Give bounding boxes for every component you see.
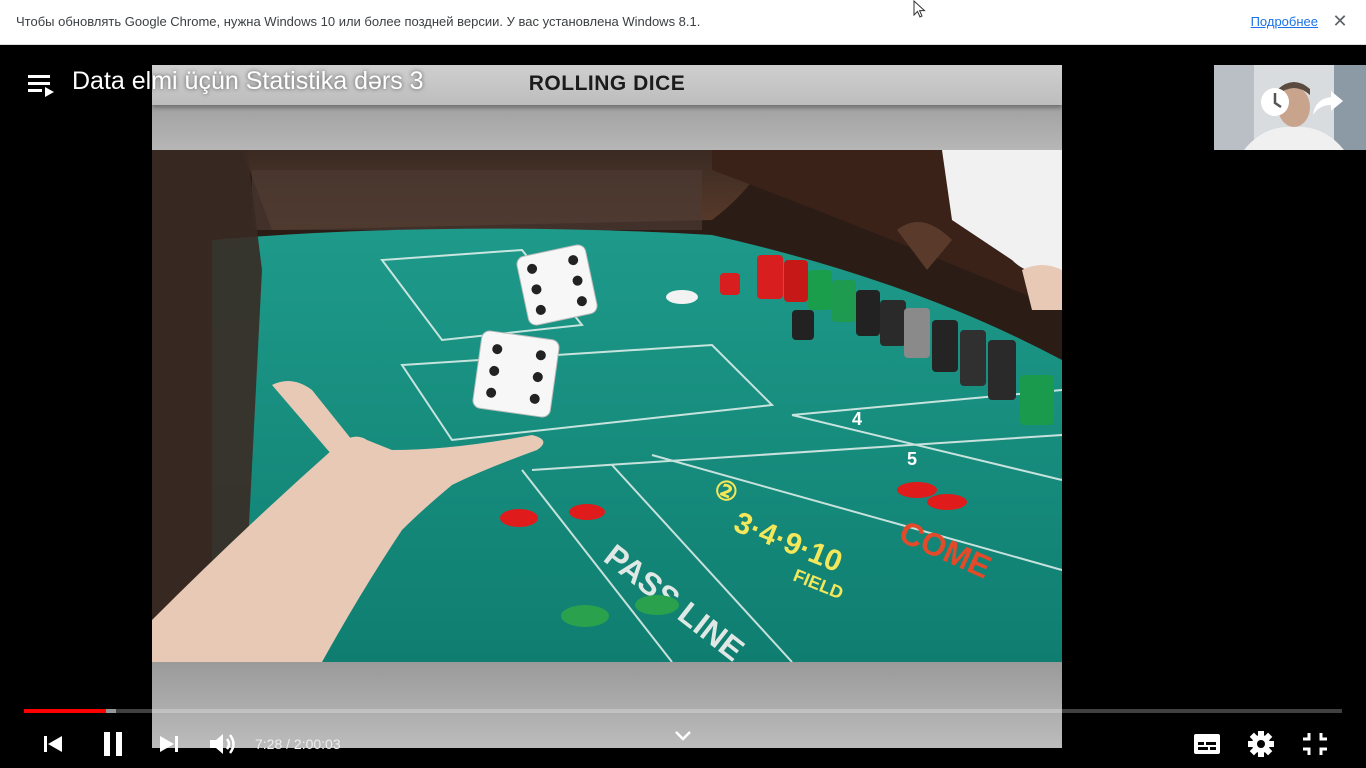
svg-text:4: 4 — [852, 409, 862, 429]
pause-icon[interactable] — [96, 728, 130, 760]
chevron-down-icon[interactable] — [672, 726, 694, 746]
exit-fullscreen-icon[interactable] — [1298, 728, 1332, 760]
craps-table-photo: 3·4·9·10 ② FIELD COME PASS LINE 4 5 — [152, 150, 1062, 662]
player-controls: 7:28 / 2:00:03 — [0, 720, 1366, 768]
clock-icon[interactable] — [1258, 85, 1292, 119]
next-icon[interactable] — [152, 728, 186, 760]
share-icon[interactable] — [1311, 85, 1345, 119]
infobar-close-button[interactable]: ✕ — [1330, 10, 1350, 32]
video-frame[interactable]: ROLLING DICE 3·4·9·10 ② FIELD COME PASS … — [152, 65, 1062, 748]
presenter-webcam-thumbnail — [1214, 65, 1366, 150]
volume-icon[interactable] — [205, 728, 239, 760]
infobar-learn-more-link[interactable]: Подробнее — [1251, 14, 1318, 29]
gear-icon[interactable] — [1244, 728, 1278, 760]
subtitles-icon[interactable] — [1190, 728, 1224, 760]
svg-text:5: 5 — [907, 449, 917, 469]
chrome-update-infobar: Чтобы обновлять Google Chrome, нужна Win… — [0, 0, 1366, 45]
infobar-message: Чтобы обновлять Google Chrome, нужна Win… — [16, 14, 701, 29]
previous-icon[interactable] — [36, 728, 70, 760]
progress-played — [24, 709, 106, 713]
mouse-cursor-icon — [913, 0, 926, 18]
time-display: 7:28 / 2:00:03 — [255, 736, 341, 752]
progress-bar[interactable] — [24, 709, 1342, 713]
video-title[interactable]: Data elmi üçün Statistika dərs 3 — [72, 67, 424, 96]
video-player[interactable]: ROLLING DICE 3·4·9·10 ② FIELD COME PASS … — [0, 45, 1366, 768]
playlist-icon[interactable] — [28, 73, 56, 97]
